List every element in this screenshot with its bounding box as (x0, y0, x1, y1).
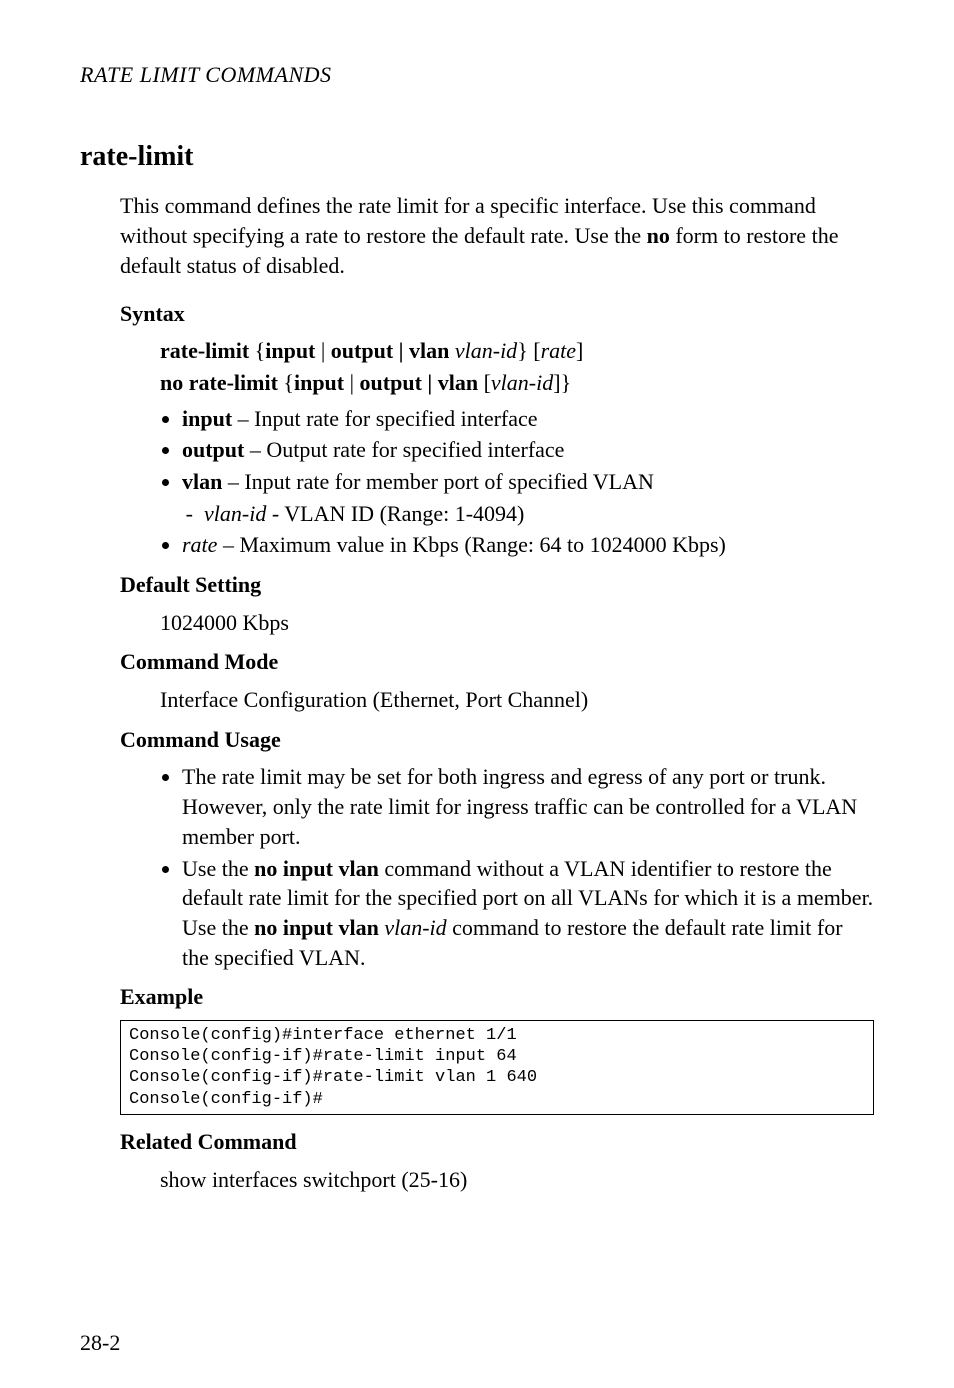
txt: ]} (553, 370, 571, 395)
txt: – Output rate for specified interface (244, 437, 564, 462)
txt: - VLAN ID (Range: 1-4094) (266, 501, 524, 526)
usage-item-2: Use the no input vlan command without a … (182, 854, 874, 973)
example-code: Console(config)#interface ethernet 1/1 C… (120, 1020, 874, 1115)
kw: input (265, 338, 315, 363)
txt: { (278, 370, 294, 395)
kw: output | vlan (331, 338, 455, 363)
syntax-block: rate-limit {input | output | vlan vlan-i… (160, 336, 874, 397)
default-setting-value: 1024000 Kbps (160, 608, 874, 638)
var: vlan-id (384, 915, 446, 940)
txt: [ (478, 370, 491, 395)
txt: { (249, 338, 265, 363)
bullet-input: input – Input rate for specified interfa… (182, 404, 874, 434)
kw: input (294, 370, 344, 395)
txt: Use the (182, 856, 254, 881)
txt: ] (576, 338, 583, 363)
command-usage-label: Command Usage (120, 725, 874, 755)
syntax-line-2: no rate-limit {input | output | vlan [vl… (160, 368, 874, 398)
kw: vlan (182, 469, 222, 494)
var: rate (182, 532, 217, 557)
kw: output (182, 437, 244, 462)
command-mode-label: Command Mode (120, 647, 874, 677)
bullet-vlan: vlan – Input rate for member port of spe… (182, 467, 874, 528)
syntax-line-1: rate-limit {input | output | vlan vlan-i… (160, 336, 874, 366)
bullet-output: output – Output rate for specified inter… (182, 435, 874, 465)
command-mode-value: Interface Configuration (Ethernet, Port … (160, 685, 874, 715)
related-command-value: show interfaces switchport (25-16) (160, 1165, 874, 1195)
txt: – Input rate for member port of specifie… (222, 469, 654, 494)
txt: | (344, 370, 359, 395)
default-setting-label: Default Setting (120, 570, 874, 600)
txt: – Input rate for specified interface (232, 406, 537, 431)
page-number: 28-2 (80, 1328, 120, 1358)
syntax-label: Syntax (120, 299, 874, 329)
example-label: Example (120, 982, 874, 1012)
bullet-rate: rate – Maximum value in Kbps (Range: 64 … (182, 530, 874, 560)
kw: no input vlan (254, 856, 379, 881)
txt: | (315, 338, 330, 363)
intro-no-keyword: no (647, 223, 670, 248)
var: rate (541, 338, 576, 363)
txt: – Maximum value in Kbps (Range: 64 to 10… (217, 532, 725, 557)
command-name-heading: rate-limit (80, 138, 874, 176)
kw: rate-limit (160, 338, 249, 363)
txt: } [ (517, 338, 540, 363)
command-usage-bullets: The rate limit may be set for both ingre… (160, 762, 874, 972)
running-head: RATE LIMIT COMMANDS (80, 60, 874, 90)
var: vlan-id (204, 501, 266, 526)
related-command-label: Related Command (120, 1127, 874, 1157)
kw: output | vlan (360, 370, 479, 395)
usage-item-1: The rate limit may be set for both ingre… (182, 762, 874, 851)
var: vlan-id (491, 370, 553, 395)
kw: no rate-limit (160, 370, 278, 395)
intro-paragraph: This command defines the rate limit for … (120, 191, 874, 280)
bullet-vlan-id: vlan-id - VLAN ID (Range: 1-4094) (204, 499, 874, 529)
bullet-vlan-sub-list: vlan-id - VLAN ID (Range: 1-4094) (186, 499, 874, 529)
syntax-bullets: input – Input rate for specified interfa… (160, 404, 874, 560)
var: vlan-id (455, 338, 517, 363)
kw: input (182, 406, 232, 431)
kw: no input vlan (254, 915, 384, 940)
